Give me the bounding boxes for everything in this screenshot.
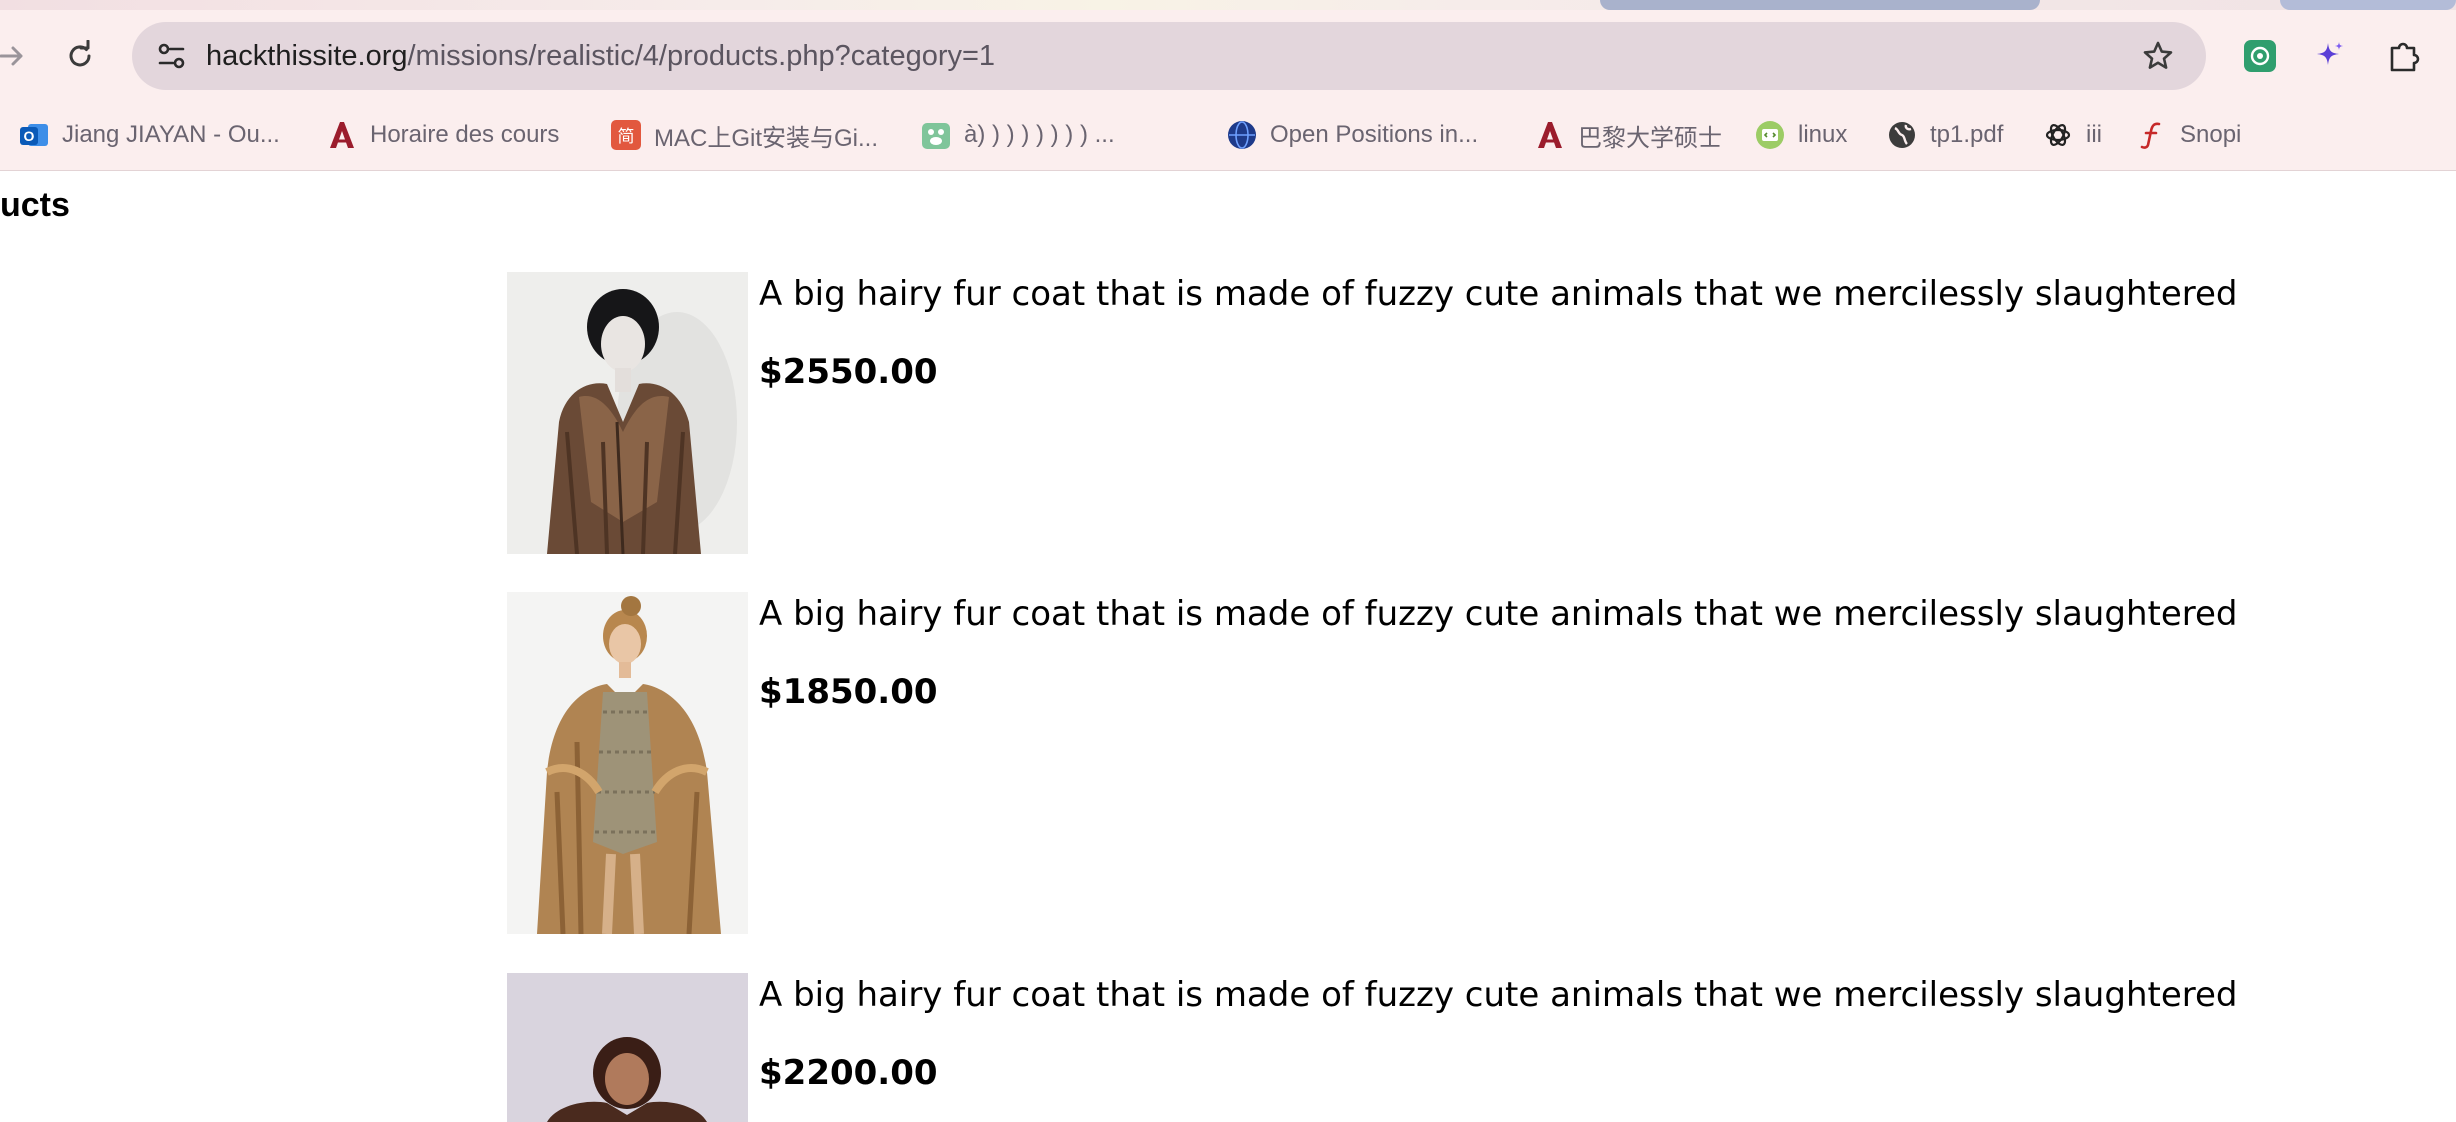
extension-chatgpt-button[interactable] bbox=[2234, 30, 2286, 82]
background-tab[interactable] bbox=[1600, 0, 2040, 10]
svg-text:O: O bbox=[24, 128, 35, 144]
globe-badge-icon bbox=[1226, 119, 1258, 151]
university-logo-icon bbox=[1534, 119, 1566, 151]
bookmark-item[interactable]: tp1.pdf bbox=[1886, 112, 2003, 158]
bookmark-star-button[interactable] bbox=[2132, 30, 2184, 82]
product-image[interactable] bbox=[507, 973, 748, 1122]
bookmark-label: à) ) ) ) ) ) ) ) ... bbox=[964, 121, 1115, 148]
svg-text:简: 简 bbox=[618, 127, 635, 147]
code-badge-icon bbox=[1754, 119, 1786, 151]
page-title: ucts bbox=[0, 186, 70, 224]
site-settings-icon bbox=[158, 43, 185, 69]
bookmarks-bar: O Jiang JIAYAN - Ou... Horaire des cours… bbox=[0, 112, 2456, 158]
product-description: A big hairy fur coat that is made of fuz… bbox=[759, 975, 2238, 1015]
bookmark-item[interactable]: 巴黎大学硕士 bbox=[1534, 112, 1722, 158]
bookmark-item[interactable]: O Jiang JIAYAN - Ou... bbox=[18, 112, 280, 158]
address-bar[interactable]: hackthissite.org/missions/realistic/4/pr… bbox=[132, 22, 2206, 90]
jianshu-icon: 简 bbox=[610, 119, 642, 151]
fur-coat-photo bbox=[507, 592, 748, 934]
extensions-menu-button[interactable] bbox=[2378, 30, 2430, 82]
forward-arrow-icon bbox=[0, 46, 23, 66]
bookmark-item[interactable]: à) ) ) ) ) ) ) ) ... bbox=[920, 112, 1115, 158]
product-image[interactable] bbox=[507, 272, 748, 554]
url-path: /missions/realistic/4/products.php?categ… bbox=[407, 40, 996, 72]
fur-coat-photo bbox=[507, 272, 748, 554]
bookmark-label: tp1.pdf bbox=[1930, 121, 2004, 148]
sparkle-icon bbox=[2317, 42, 2343, 65]
bookmark-label: Snopi bbox=[2180, 121, 2242, 148]
bookmark-item[interactable]: linux bbox=[1754, 112, 1847, 158]
bookmark-label: Open Positions in... bbox=[1270, 121, 1479, 148]
product-description: A big hairy fur coat that is made of fuz… bbox=[759, 274, 2238, 314]
bookmark-item[interactable]: Horaire des cours bbox=[326, 112, 559, 158]
product-image[interactable] bbox=[507, 592, 748, 934]
bookmark-label: linux bbox=[1798, 121, 1848, 148]
reload-button[interactable] bbox=[54, 30, 106, 82]
product-price: $2200.00 bbox=[759, 1053, 938, 1093]
bookmark-label: Jiang JIAYAN - Ou... bbox=[62, 121, 280, 148]
bookmark-item[interactable]: Snopi bbox=[2136, 112, 2241, 158]
reload-icon bbox=[69, 40, 91, 67]
bookmark-label: MAC上Git安装与Gi... bbox=[654, 124, 879, 152]
university-logo-icon bbox=[326, 119, 358, 151]
star-icon bbox=[2143, 41, 2173, 69]
forward-button[interactable] bbox=[0, 30, 38, 82]
fur-coat-photo bbox=[507, 973, 748, 1122]
tab-strip bbox=[0, 0, 2456, 10]
extension-gemini-button[interactable] bbox=[2304, 30, 2356, 82]
product-price: $2550.00 bbox=[759, 352, 938, 392]
bookmark-label: Horaire des cours bbox=[370, 121, 560, 148]
url-host: hackthissite.org bbox=[206, 40, 408, 72]
browser-toolbar: hackthissite.org/missions/realistic/4/pr… bbox=[0, 0, 2456, 171]
outlook-icon: O bbox=[18, 119, 50, 151]
product-price: $1850.00 bbox=[759, 672, 938, 712]
bookmark-label: 巴黎大学硕士 bbox=[1578, 124, 1722, 152]
product-description: A big hairy fur coat that is made of fuz… bbox=[759, 594, 2238, 634]
paw-icon bbox=[920, 119, 952, 151]
background-tab[interactable] bbox=[2280, 0, 2456, 10]
bookmark-label: iii bbox=[2086, 121, 2102, 148]
bookmark-item[interactable]: Open Positions in... bbox=[1226, 112, 1478, 158]
openai-extension-icon bbox=[2244, 40, 2276, 72]
openai-icon bbox=[2042, 119, 2074, 151]
bookmark-item[interactable]: 简 MAC上Git安装与Gi... bbox=[610, 112, 878, 158]
puzzle-icon bbox=[2390, 42, 2420, 72]
bookmark-item[interactable]: iii bbox=[2042, 112, 2102, 158]
site-info-button[interactable] bbox=[148, 32, 196, 80]
url-text[interactable]: hackthissite.org/missions/realistic/4/pr… bbox=[206, 22, 995, 90]
script-f-icon bbox=[2136, 119, 2168, 151]
globe-icon bbox=[1886, 119, 1918, 151]
